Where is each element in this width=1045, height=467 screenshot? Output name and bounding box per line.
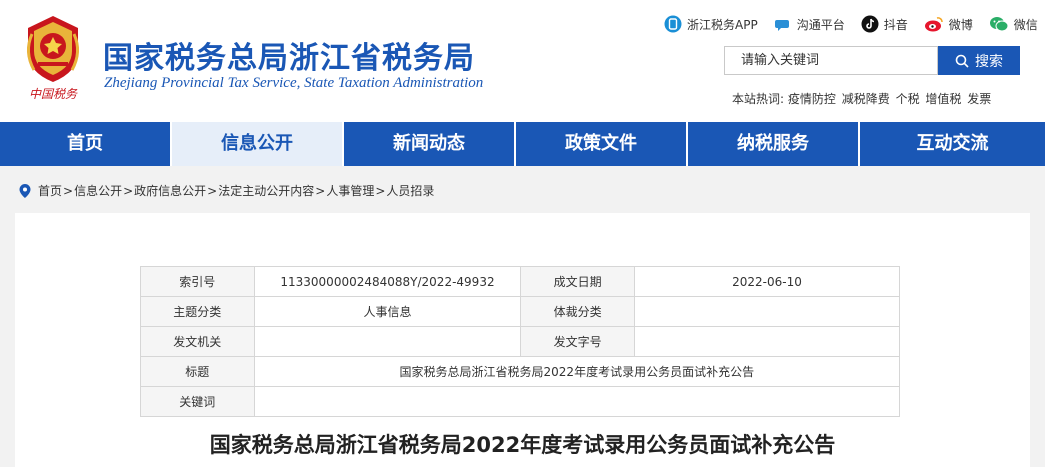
social-wechat-link[interactable]: 微信 (989, 15, 1038, 33)
date-label: 成文日期 (520, 266, 635, 297)
svg-text:中国税务: 中国税务 (29, 87, 78, 101)
topic-label: 主题分类 (140, 296, 255, 327)
keywords-value (253, 386, 901, 417)
genre-value (634, 296, 900, 327)
breadcrumb-link[interactable]: 首页 (38, 182, 62, 199)
breadcrumb-separator: > (63, 183, 74, 198)
keywords-label: 关键词 (140, 386, 255, 417)
doc-number-value (634, 326, 900, 357)
hotword-link[interactable]: 个税 (896, 92, 920, 106)
social-douyin-link[interactable]: 抖音 (861, 15, 908, 33)
chat-bubble-icon (774, 20, 789, 31)
nav-item-policy[interactable]: 政策文件 (516, 122, 688, 166)
article-content: 索引号 11330000002484088Y/2022-49932 成文日期 2… (15, 213, 1030, 467)
breadcrumb-link[interactable]: 人员招录 (386, 182, 434, 199)
social-app-link[interactable]: 浙江税务APP (664, 15, 758, 33)
douyin-icon (861, 15, 879, 33)
social-wechat-label: 微信 (1013, 17, 1038, 32)
social-platform-link[interactable]: 沟通平台 (774, 15, 845, 33)
table-row: 标题 国家税务总局浙江省税务局2022年度考试录用公务员面试补充公告 (140, 356, 901, 387)
nav-item-info-disclosure[interactable]: 信息公开 (172, 122, 344, 166)
nav-item-tax-service[interactable]: 纳税服务 (688, 122, 860, 166)
issuer-label: 发文机关 (140, 326, 255, 357)
social-weibo-label: 微博 (948, 17, 973, 32)
index-value: 11330000002484088Y/2022-49932 (253, 266, 522, 297)
document-metadata-table: 索引号 11330000002484088Y/2022-49932 成文日期 2… (140, 266, 901, 417)
breadcrumb-separator: > (123, 183, 134, 198)
breadcrumb-link[interactable]: 信息公开 (74, 182, 122, 199)
social-weibo-link[interactable]: 微博 (924, 15, 973, 33)
hotwords-bar: 本站热词: 疫情防控 减税降费 个税 增值税 发票 (732, 90, 993, 107)
social-platform-label: 沟通平台 (796, 17, 845, 32)
social-app-label: 浙江税务APP (687, 17, 758, 32)
site-header: 中国税务 国家税务总局浙江省税务局 Zhejiang Provincial Ta… (0, 0, 1045, 122)
main-nav: 首页 信息公开 新闻动态 政策文件 纳税服务 互动交流 (0, 122, 1045, 166)
site-title[interactable]: 国家税务总局浙江省税务局 (103, 33, 475, 77)
social-douyin-label: 抖音 (883, 17, 908, 32)
title-value: 国家税务总局浙江省税务局2022年度考试录用公务员面试补充公告 (253, 356, 901, 387)
date-value: 2022-06-10 (634, 266, 900, 297)
nav-item-news[interactable]: 新闻动态 (344, 122, 516, 166)
nav-item-interaction[interactable]: 互动交流 (860, 122, 1045, 166)
table-row: 主题分类 人事信息 体裁分类 (140, 296, 900, 327)
hotword-link[interactable]: 疫情防控 (788, 92, 836, 106)
location-pin-icon (19, 183, 31, 198)
tax-emblem-logo[interactable]: 中国税务 (18, 12, 88, 104)
hotword-link[interactable]: 减税降费 (842, 92, 890, 106)
breadcrumb: 首页 > 信息公开 > 政府信息公开 > 法定主动公开内容 > 人事管理 > 人员招录 (18, 182, 434, 199)
breadcrumb-link[interactable]: 人事管理 (326, 182, 374, 199)
hotword-link[interactable]: 增值税 (925, 92, 961, 106)
breadcrumb-separator: > (315, 183, 326, 198)
doc-number-label: 发文字号 (520, 326, 635, 357)
search-input[interactable] (724, 46, 938, 75)
table-row: 关键词 (140, 386, 901, 417)
issuer-value (253, 326, 522, 357)
social-links: 浙江税务APP 沟通平台 抖音 微博 微信 (664, 13, 1038, 35)
index-label: 索引号 (140, 266, 255, 297)
table-row: 发文机关 发文字号 (140, 326, 900, 357)
hotwords-label: 本站热词: (732, 92, 785, 106)
search-button-label: 搜索 (975, 53, 1003, 70)
weibo-icon (924, 17, 943, 32)
breadcrumb-link[interactable]: 法定主动公开内容 (218, 182, 314, 199)
hotword-link[interactable]: 发票 (967, 92, 991, 106)
breadcrumb-separator: > (375, 183, 386, 198)
breadcrumb-separator: > (207, 183, 218, 198)
article-title: 国家税务总局浙江省税务局2022年度考试录用公务员面试补充公告 (209, 433, 836, 457)
nav-item-home[interactable]: 首页 (0, 122, 172, 166)
app-icon (664, 15, 682, 33)
wechat-icon (989, 17, 1009, 32)
title-label: 标题 (140, 356, 255, 387)
topic-value: 人事信息 (253, 296, 522, 327)
search-icon (955, 54, 969, 68)
genre-label: 体裁分类 (520, 296, 635, 327)
search-button[interactable]: 搜索 (938, 46, 1020, 75)
site-subtitle: Zhejiang Provincial Tax Service, State T… (104, 75, 484, 91)
table-row: 索引号 11330000002484088Y/2022-49932 成文日期 2… (140, 266, 900, 297)
breadcrumb-link[interactable]: 政府信息公开 (134, 182, 206, 199)
